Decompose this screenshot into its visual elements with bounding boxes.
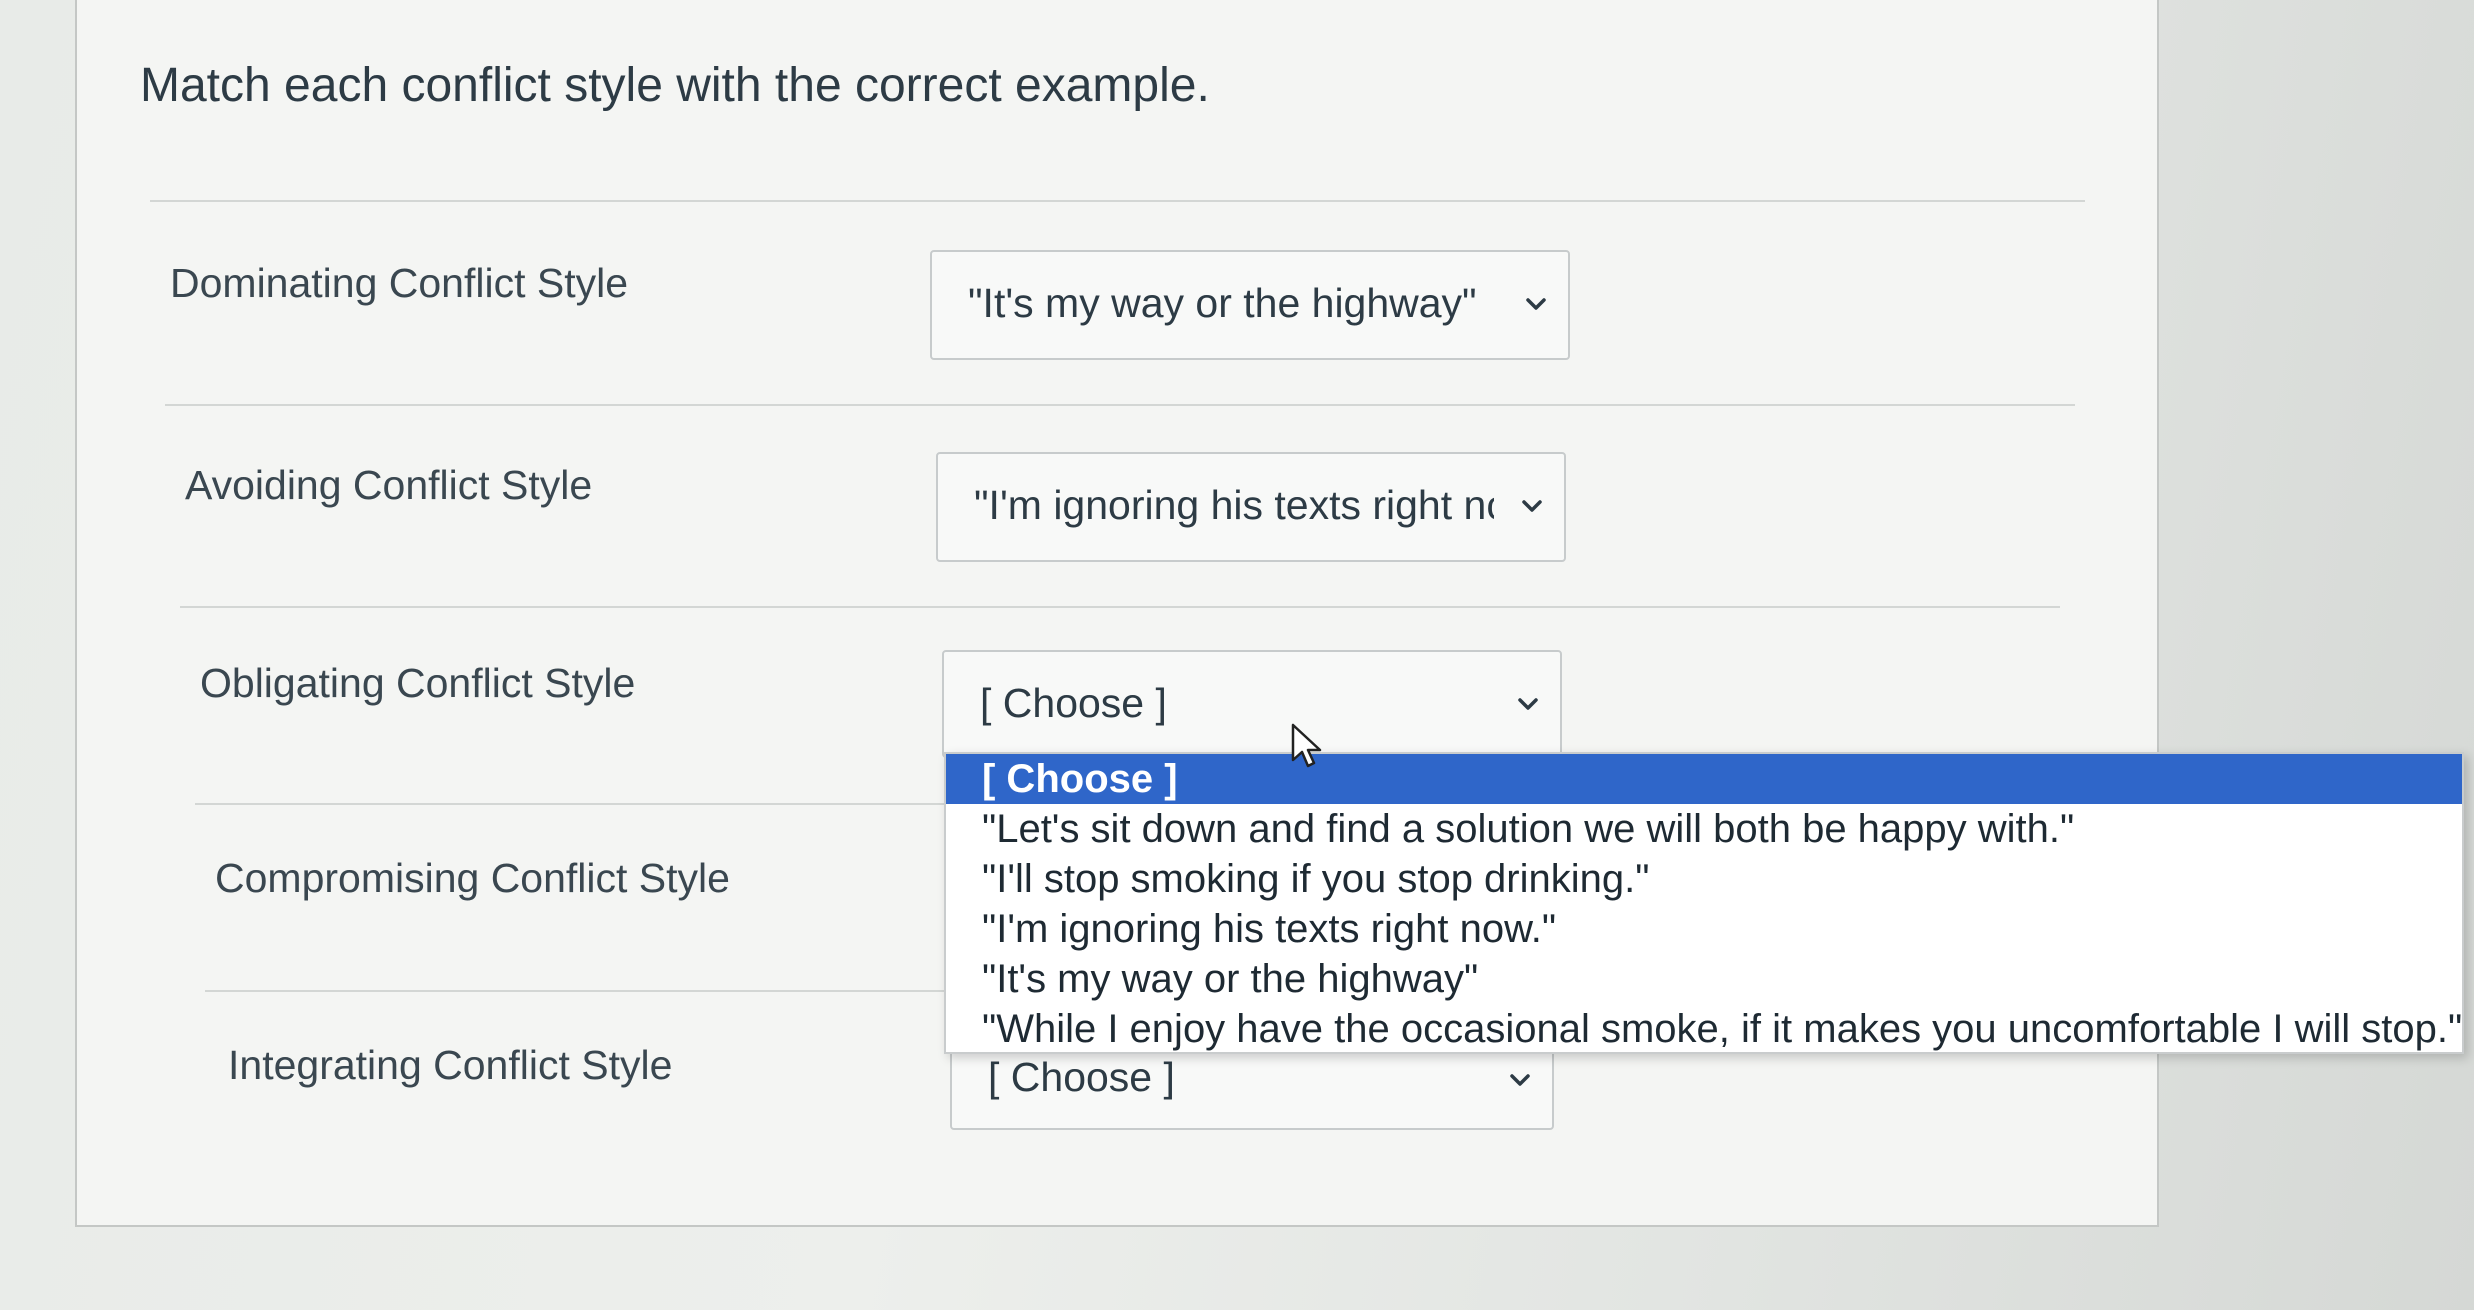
- dropdown-option[interactable]: "I'm ignoring his texts right now.": [946, 904, 2462, 954]
- chevron-down-icon: [1526, 298, 1546, 310]
- dropdown-option[interactable]: "Let's sit down and find a solution we w…: [946, 804, 2462, 854]
- select-value: "It's my way or the highway": [968, 280, 1477, 326]
- dropdown-option[interactable]: "I'll stop smoking if you stop drinking.…: [946, 854, 2462, 904]
- select-value: [ Choose ]: [980, 680, 1167, 726]
- row-divider: [195, 803, 955, 805]
- select-dominating[interactable]: "It's my way or the highway": [930, 250, 1570, 360]
- row-label-compromising: Compromising Conflict Style: [215, 855, 730, 901]
- select-obligating[interactable]: [ Choose ]: [942, 650, 1562, 758]
- mouse-pointer-icon: [1291, 723, 1322, 768]
- row-label-obligating: Obligating Conflict Style: [200, 660, 636, 706]
- row-divider: [205, 990, 955, 992]
- row-label-avoiding: Avoiding Conflict Style: [185, 462, 593, 508]
- dropdown-option[interactable]: [ Choose ]: [946, 754, 2462, 804]
- chevron-down-icon: [1522, 500, 1542, 512]
- dropdown-option[interactable]: "It's my way or the highway": [946, 954, 2462, 1004]
- dropdown-option[interactable]: "While I enjoy have the occasional smoke…: [946, 1004, 2462, 1054]
- dropdown-options-list[interactable]: [ Choose ] "Let's sit down and find a so…: [944, 752, 2464, 1054]
- row-divider: [180, 606, 2060, 608]
- select-value: "I'm ignoring his texts right nc: [974, 482, 1494, 528]
- select-value: [ Choose ]: [988, 1054, 1175, 1100]
- chevron-down-icon: [1518, 698, 1538, 710]
- row-label-integrating: Integrating Conflict Style: [228, 1042, 673, 1088]
- row-divider: [150, 200, 2085, 202]
- row-label-dominating: Dominating Conflict Style: [170, 260, 629, 306]
- row-divider: [165, 404, 2075, 406]
- question-prompt: Match each conflict style with the corre…: [140, 59, 1210, 112]
- select-avoiding[interactable]: "I'm ignoring his texts right nc: [936, 452, 1566, 562]
- chevron-down-icon: [1510, 1074, 1530, 1086]
